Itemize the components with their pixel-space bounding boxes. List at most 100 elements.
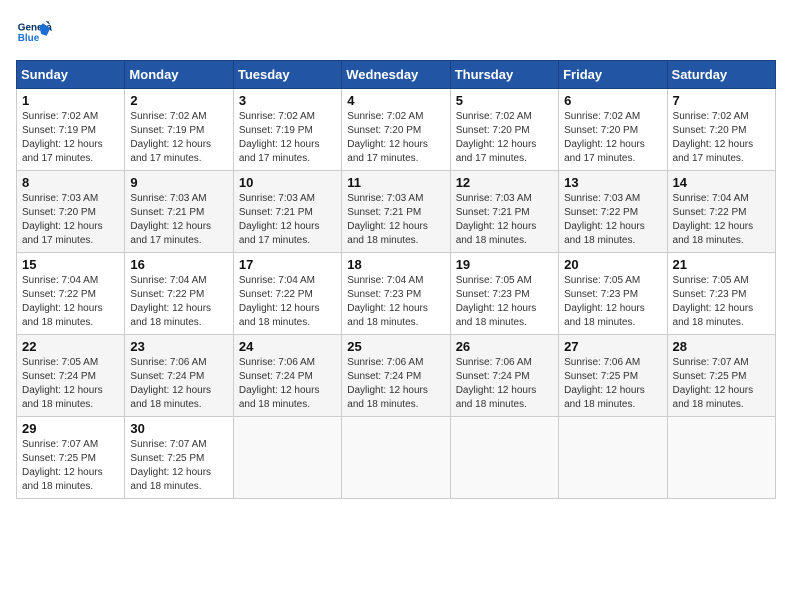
daylight-label: Daylight: 12 hours and 17 minutes. bbox=[564, 139, 645, 164]
calendar-day-22: 22 Sunrise: 7:05 AM Sunset: 7:24 PM Dayl… bbox=[17, 335, 125, 417]
sunset-label: Sunset: 7:22 PM bbox=[130, 289, 204, 300]
sunrise-label: Sunrise: 7:05 AM bbox=[564, 275, 640, 286]
calendar-day-20: 20 Sunrise: 7:05 AM Sunset: 7:23 PM Dayl… bbox=[559, 253, 667, 335]
daylight-label: Daylight: 12 hours and 18 minutes. bbox=[456, 221, 537, 246]
empty-cell bbox=[559, 417, 667, 499]
sunset-label: Sunset: 7:23 PM bbox=[564, 289, 638, 300]
sunset-label: Sunset: 7:22 PM bbox=[239, 289, 313, 300]
day-info: Sunrise: 7:03 AM Sunset: 7:21 PM Dayligh… bbox=[130, 192, 227, 248]
sunrise-label: Sunrise: 7:03 AM bbox=[564, 193, 640, 204]
column-header-sunday: Sunday bbox=[17, 61, 125, 89]
day-info: Sunrise: 7:03 AM Sunset: 7:21 PM Dayligh… bbox=[239, 192, 336, 248]
calendar-table: SundayMondayTuesdayWednesdayThursdayFrid… bbox=[16, 60, 776, 499]
sunrise-label: Sunrise: 7:02 AM bbox=[130, 111, 206, 122]
day-number: 23 bbox=[130, 339, 227, 354]
empty-cell bbox=[342, 417, 450, 499]
day-info: Sunrise: 7:05 AM Sunset: 7:23 PM Dayligh… bbox=[673, 274, 770, 330]
sunrise-label: Sunrise: 7:04 AM bbox=[22, 275, 98, 286]
empty-cell bbox=[450, 417, 558, 499]
sunrise-label: Sunrise: 7:06 AM bbox=[239, 357, 315, 368]
sunset-label: Sunset: 7:20 PM bbox=[673, 125, 747, 136]
daylight-label: Daylight: 12 hours and 18 minutes. bbox=[347, 221, 428, 246]
daylight-label: Daylight: 12 hours and 18 minutes. bbox=[130, 467, 211, 492]
sunset-label: Sunset: 7:21 PM bbox=[347, 207, 421, 218]
day-number: 25 bbox=[347, 339, 444, 354]
daylight-label: Daylight: 12 hours and 18 minutes. bbox=[22, 467, 103, 492]
daylight-label: Daylight: 12 hours and 18 minutes. bbox=[456, 303, 537, 328]
calendar-day-28: 28 Sunrise: 7:07 AM Sunset: 7:25 PM Dayl… bbox=[667, 335, 775, 417]
day-number: 16 bbox=[130, 257, 227, 272]
calendar-day-25: 25 Sunrise: 7:06 AM Sunset: 7:24 PM Dayl… bbox=[342, 335, 450, 417]
sunset-label: Sunset: 7:22 PM bbox=[673, 207, 747, 218]
calendar-day-8: 8 Sunrise: 7:03 AM Sunset: 7:20 PM Dayli… bbox=[17, 171, 125, 253]
day-info: Sunrise: 7:02 AM Sunset: 7:20 PM Dayligh… bbox=[347, 110, 444, 166]
day-info: Sunrise: 7:05 AM Sunset: 7:23 PM Dayligh… bbox=[456, 274, 553, 330]
calendar-week-1: 1 Sunrise: 7:02 AM Sunset: 7:19 PM Dayli… bbox=[17, 89, 776, 171]
calendar-day-19: 19 Sunrise: 7:05 AM Sunset: 7:23 PM Dayl… bbox=[450, 253, 558, 335]
calendar-week-5: 29 Sunrise: 7:07 AM Sunset: 7:25 PM Dayl… bbox=[17, 417, 776, 499]
sunrise-label: Sunrise: 7:04 AM bbox=[239, 275, 315, 286]
daylight-label: Daylight: 12 hours and 18 minutes. bbox=[239, 303, 320, 328]
header: General Blue bbox=[16, 16, 776, 52]
column-header-wednesday: Wednesday bbox=[342, 61, 450, 89]
day-number: 1 bbox=[22, 93, 119, 108]
day-number: 2 bbox=[130, 93, 227, 108]
sunrise-label: Sunrise: 7:07 AM bbox=[673, 357, 749, 368]
day-info: Sunrise: 7:04 AM Sunset: 7:23 PM Dayligh… bbox=[347, 274, 444, 330]
day-info: Sunrise: 7:06 AM Sunset: 7:25 PM Dayligh… bbox=[564, 356, 661, 412]
calendar-header-row: SundayMondayTuesdayWednesdayThursdayFrid… bbox=[17, 61, 776, 89]
day-number: 19 bbox=[456, 257, 553, 272]
day-number: 6 bbox=[564, 93, 661, 108]
sunset-label: Sunset: 7:25 PM bbox=[673, 371, 747, 382]
day-info: Sunrise: 7:02 AM Sunset: 7:20 PM Dayligh… bbox=[456, 110, 553, 166]
column-header-thursday: Thursday bbox=[450, 61, 558, 89]
daylight-label: Daylight: 12 hours and 18 minutes. bbox=[673, 385, 754, 410]
day-info: Sunrise: 7:03 AM Sunset: 7:22 PM Dayligh… bbox=[564, 192, 661, 248]
sunrise-label: Sunrise: 7:04 AM bbox=[130, 275, 206, 286]
day-number: 28 bbox=[673, 339, 770, 354]
day-number: 27 bbox=[564, 339, 661, 354]
day-info: Sunrise: 7:05 AM Sunset: 7:23 PM Dayligh… bbox=[564, 274, 661, 330]
day-info: Sunrise: 7:04 AM Sunset: 7:22 PM Dayligh… bbox=[673, 192, 770, 248]
day-number: 8 bbox=[22, 175, 119, 190]
sunrise-label: Sunrise: 7:03 AM bbox=[22, 193, 98, 204]
daylight-label: Daylight: 12 hours and 18 minutes. bbox=[564, 303, 645, 328]
calendar-day-6: 6 Sunrise: 7:02 AM Sunset: 7:20 PM Dayli… bbox=[559, 89, 667, 171]
calendar-day-17: 17 Sunrise: 7:04 AM Sunset: 7:22 PM Dayl… bbox=[233, 253, 341, 335]
daylight-label: Daylight: 12 hours and 17 minutes. bbox=[347, 139, 428, 164]
daylight-label: Daylight: 12 hours and 17 minutes. bbox=[239, 221, 320, 246]
daylight-label: Daylight: 12 hours and 18 minutes. bbox=[22, 385, 103, 410]
day-number: 22 bbox=[22, 339, 119, 354]
sunrise-label: Sunrise: 7:07 AM bbox=[22, 439, 98, 450]
sunrise-label: Sunrise: 7:06 AM bbox=[347, 357, 423, 368]
sunrise-label: Sunrise: 7:02 AM bbox=[22, 111, 98, 122]
sunset-label: Sunset: 7:24 PM bbox=[22, 371, 96, 382]
sunrise-label: Sunrise: 7:06 AM bbox=[456, 357, 532, 368]
day-info: Sunrise: 7:05 AM Sunset: 7:24 PM Dayligh… bbox=[22, 356, 119, 412]
day-number: 26 bbox=[456, 339, 553, 354]
daylight-label: Daylight: 12 hours and 18 minutes. bbox=[347, 303, 428, 328]
calendar-day-21: 21 Sunrise: 7:05 AM Sunset: 7:23 PM Dayl… bbox=[667, 253, 775, 335]
sunrise-label: Sunrise: 7:02 AM bbox=[564, 111, 640, 122]
daylight-label: Daylight: 12 hours and 18 minutes. bbox=[239, 385, 320, 410]
calendar-day-7: 7 Sunrise: 7:02 AM Sunset: 7:20 PM Dayli… bbox=[667, 89, 775, 171]
sunset-label: Sunset: 7:19 PM bbox=[239, 125, 313, 136]
day-number: 11 bbox=[347, 175, 444, 190]
calendar-day-26: 26 Sunrise: 7:06 AM Sunset: 7:24 PM Dayl… bbox=[450, 335, 558, 417]
sunrise-label: Sunrise: 7:04 AM bbox=[673, 193, 749, 204]
sunset-label: Sunset: 7:20 PM bbox=[456, 125, 530, 136]
day-info: Sunrise: 7:03 AM Sunset: 7:21 PM Dayligh… bbox=[347, 192, 444, 248]
daylight-label: Daylight: 12 hours and 17 minutes. bbox=[130, 139, 211, 164]
daylight-label: Daylight: 12 hours and 18 minutes. bbox=[130, 303, 211, 328]
day-number: 24 bbox=[239, 339, 336, 354]
day-number: 20 bbox=[564, 257, 661, 272]
sunset-label: Sunset: 7:24 PM bbox=[239, 371, 313, 382]
day-number: 30 bbox=[130, 421, 227, 436]
sunset-label: Sunset: 7:24 PM bbox=[347, 371, 421, 382]
sunrise-label: Sunrise: 7:04 AM bbox=[347, 275, 423, 286]
day-info: Sunrise: 7:06 AM Sunset: 7:24 PM Dayligh… bbox=[456, 356, 553, 412]
sunrise-label: Sunrise: 7:06 AM bbox=[564, 357, 640, 368]
calendar-day-16: 16 Sunrise: 7:04 AM Sunset: 7:22 PM Dayl… bbox=[125, 253, 233, 335]
calendar-day-29: 29 Sunrise: 7:07 AM Sunset: 7:25 PM Dayl… bbox=[17, 417, 125, 499]
calendar-day-10: 10 Sunrise: 7:03 AM Sunset: 7:21 PM Dayl… bbox=[233, 171, 341, 253]
